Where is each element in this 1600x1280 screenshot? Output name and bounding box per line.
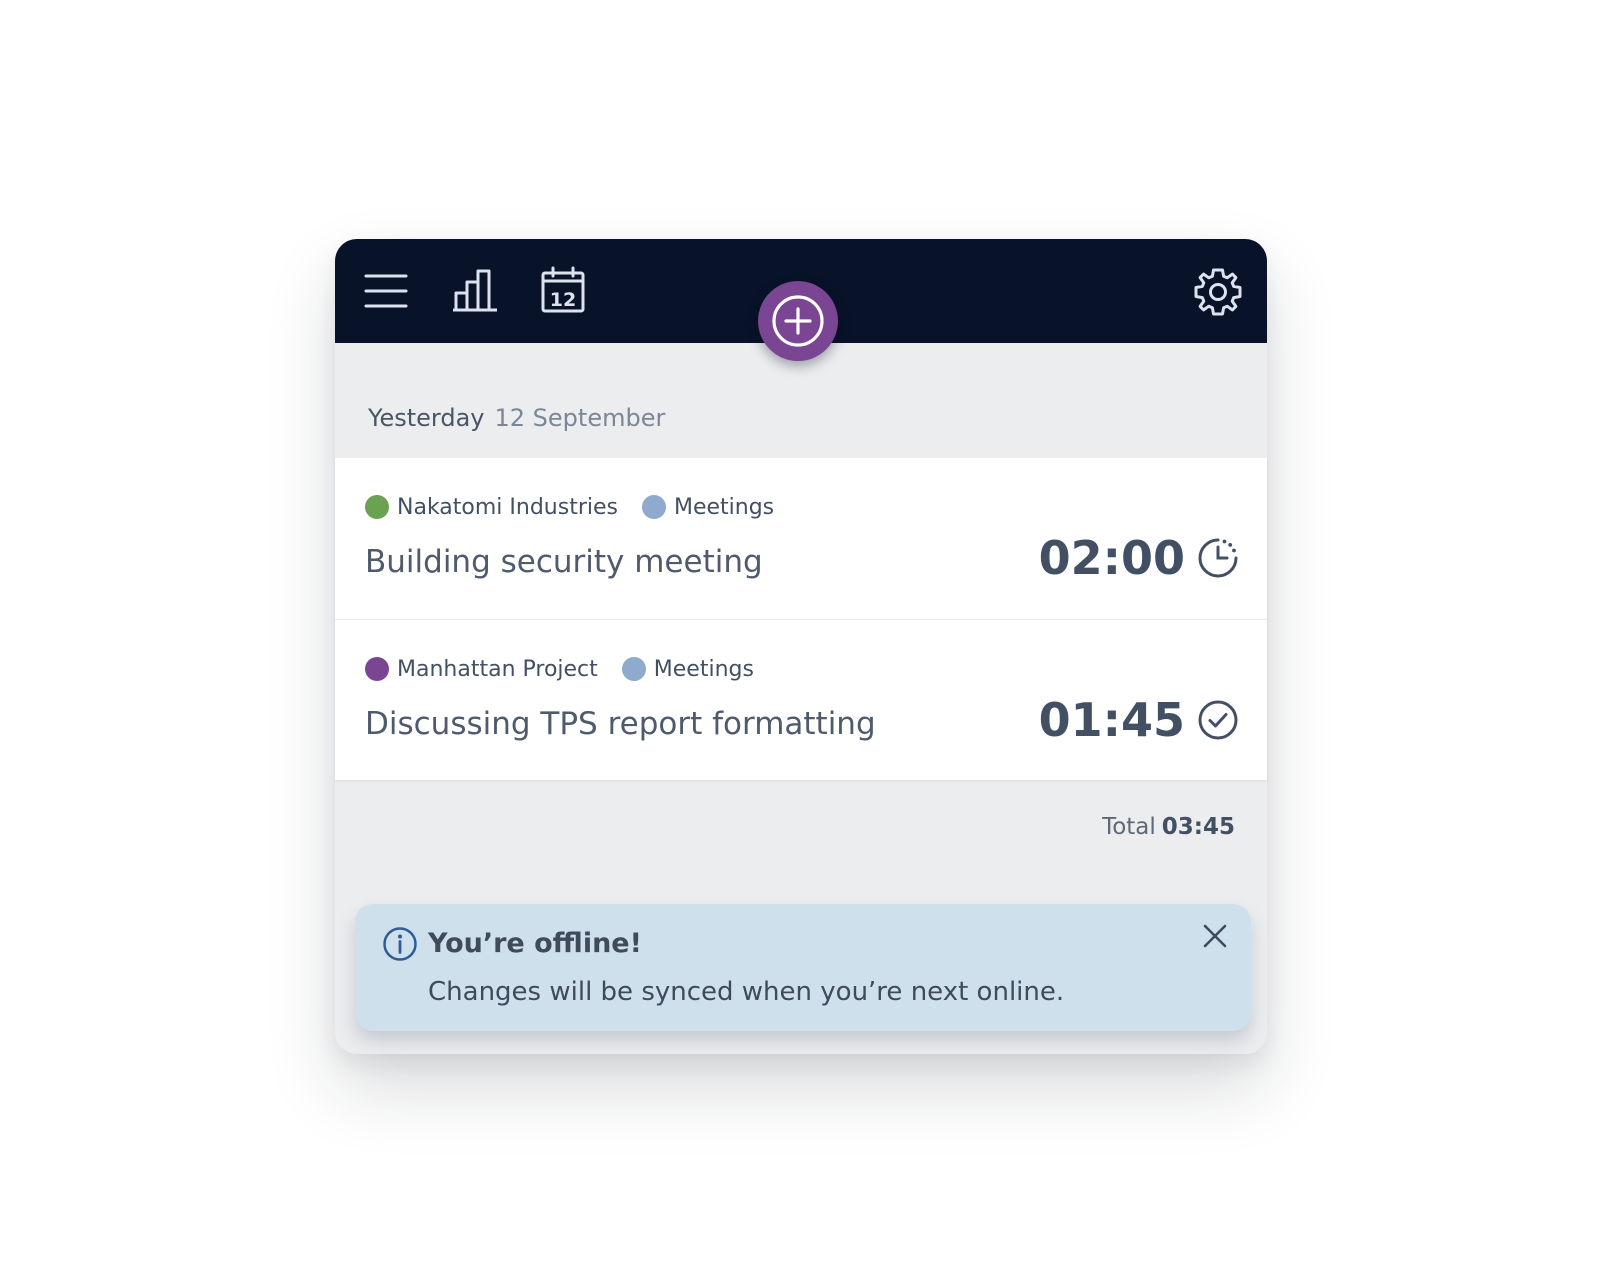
notification-message: Changes will be synced when you’re next …	[428, 977, 1065, 1007]
calendar-day-number: 12	[550, 289, 576, 311]
client-color-dot	[365, 657, 389, 681]
time-entry-list: Nakatomi Industries Meetings Building se…	[335, 458, 1267, 780]
plus-circle-icon	[772, 295, 824, 347]
timer-running-icon[interactable]	[1197, 537, 1239, 579]
client-name: Manhattan Project	[397, 656, 598, 682]
entry-tags: Manhattan Project Meetings	[365, 654, 778, 684]
time-entry[interactable]: Manhattan Project Meetings Discussing TP…	[335, 619, 1267, 780]
menu-button[interactable]	[364, 271, 408, 311]
check-circle-icon[interactable]	[1197, 699, 1239, 741]
entry-duration: 02:00	[1038, 531, 1185, 585]
task-color-dot	[641, 495, 666, 519]
entry-duration: 01:45	[1038, 693, 1185, 747]
task-color-dot	[621, 657, 646, 681]
client-name: Nakatomi Industries	[397, 494, 618, 520]
notification-title: You’re offline!	[428, 928, 642, 959]
total-label: Total	[1102, 814, 1156, 840]
task-tag: Meetings	[621, 656, 754, 682]
task-tag: Meetings	[641, 494, 775, 520]
reports-button[interactable]	[452, 267, 498, 313]
day-date: 12 September	[494, 404, 666, 432]
time-tracker-widget: 12 Yesterday 12 September Nakatomi Indus…	[335, 239, 1267, 1054]
entry-description: Discussing TPS report formatting	[365, 706, 876, 742]
task-name: Meetings	[673, 494, 775, 520]
client-tag: Manhattan Project	[365, 657, 598, 682]
task-name: Meetings	[653, 656, 754, 682]
hamburger-menu-icon	[364, 274, 408, 308]
bar-chart-icon	[453, 269, 497, 312]
day-header: Yesterday 12 September	[368, 403, 665, 433]
add-entry-button[interactable]	[758, 281, 838, 361]
settings-button[interactable]	[1193, 267, 1243, 317]
calendar-icon: 12	[541, 266, 585, 313]
offline-notification: You’re offline! Changes will be synced w…	[355, 904, 1251, 1031]
close-icon[interactable]	[1201, 922, 1229, 950]
client-tag: Nakatomi Industries	[365, 495, 618, 520]
total-value: 03:45	[1161, 814, 1235, 840]
calendar-button[interactable]: 12	[540, 266, 586, 314]
time-entry[interactable]: Nakatomi Industries Meetings Building se…	[335, 458, 1267, 618]
entry-tags: Nakatomi Industries Meetings	[365, 492, 798, 522]
gear-icon	[1194, 268, 1242, 316]
info-circle-icon	[383, 927, 417, 961]
entry-description: Building security meeting	[365, 544, 763, 580]
daily-total: Total 03:45	[1102, 812, 1235, 842]
client-color-dot	[365, 495, 389, 519]
day-name: Yesterday	[368, 404, 485, 432]
